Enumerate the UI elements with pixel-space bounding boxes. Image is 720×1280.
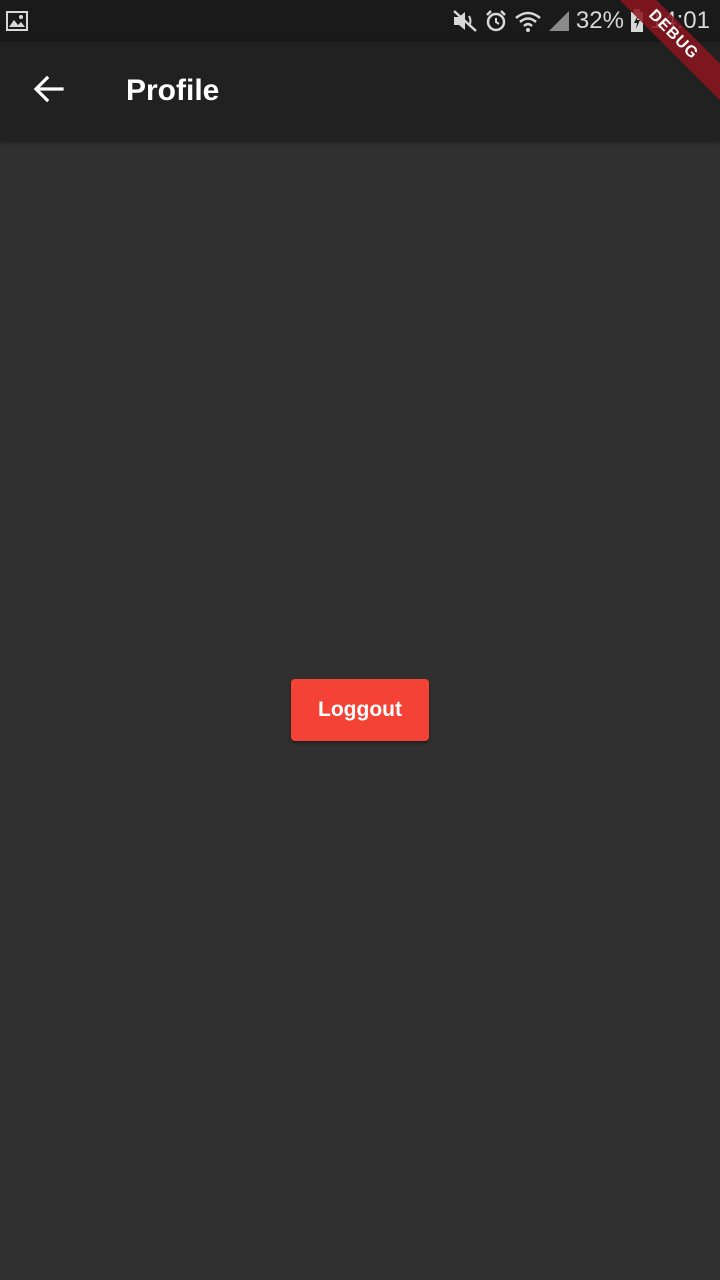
gallery-icon [6,11,28,36]
mute-icon [452,9,478,33]
page-title: Profile [126,74,220,107]
battery-icon [630,9,644,33]
status-bar: 32% 14:01 [0,0,720,42]
wifi-icon [514,9,542,33]
logout-button[interactable]: Loggout [291,679,429,741]
arrow-back-icon [32,73,64,110]
back-button[interactable] [20,63,76,119]
signal-icon [548,10,570,32]
app-bar: Profile [0,42,720,140]
battery-percent: 32% [575,7,624,34]
status-time: 14:01 [649,7,710,34]
alarm-icon [484,9,508,33]
logout-label: Loggout [318,698,402,721]
status-icons: 32% 14:01 [452,0,710,42]
